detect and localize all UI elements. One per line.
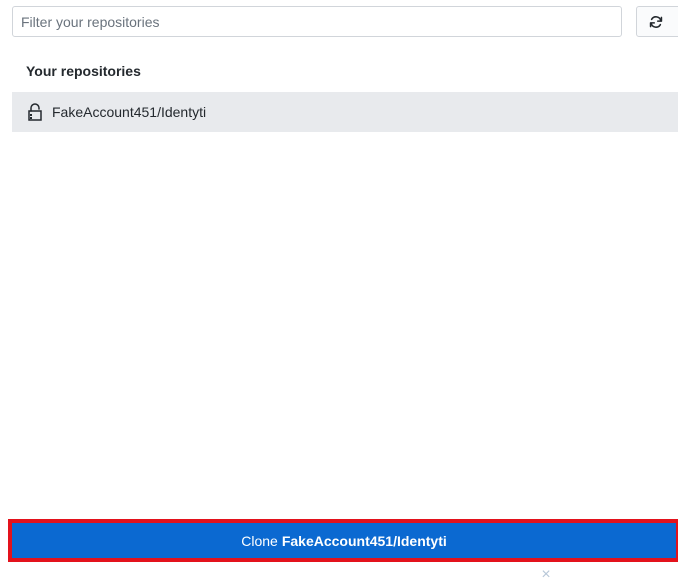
clone-button-repo: FakeAccount451/Identyti	[281, 532, 447, 549]
close-icon[interactable]: ×	[539, 567, 553, 583]
lock-icon	[27, 103, 43, 121]
repository-filter-input[interactable]	[12, 6, 622, 37]
sync-icon	[649, 15, 663, 29]
repository-list-item[interactable]: FakeAccount451/Identyti	[12, 92, 678, 132]
clone-button[interactable]: Clone FakeAccount451/Identyti	[12, 523, 676, 558]
section-title-your-repositories: Your repositories	[26, 63, 141, 79]
repository-name: FakeAccount451/Identyti	[52, 104, 207, 120]
clone-button-prefix: Clone	[241, 532, 278, 549]
refresh-button[interactable]	[636, 6, 678, 37]
